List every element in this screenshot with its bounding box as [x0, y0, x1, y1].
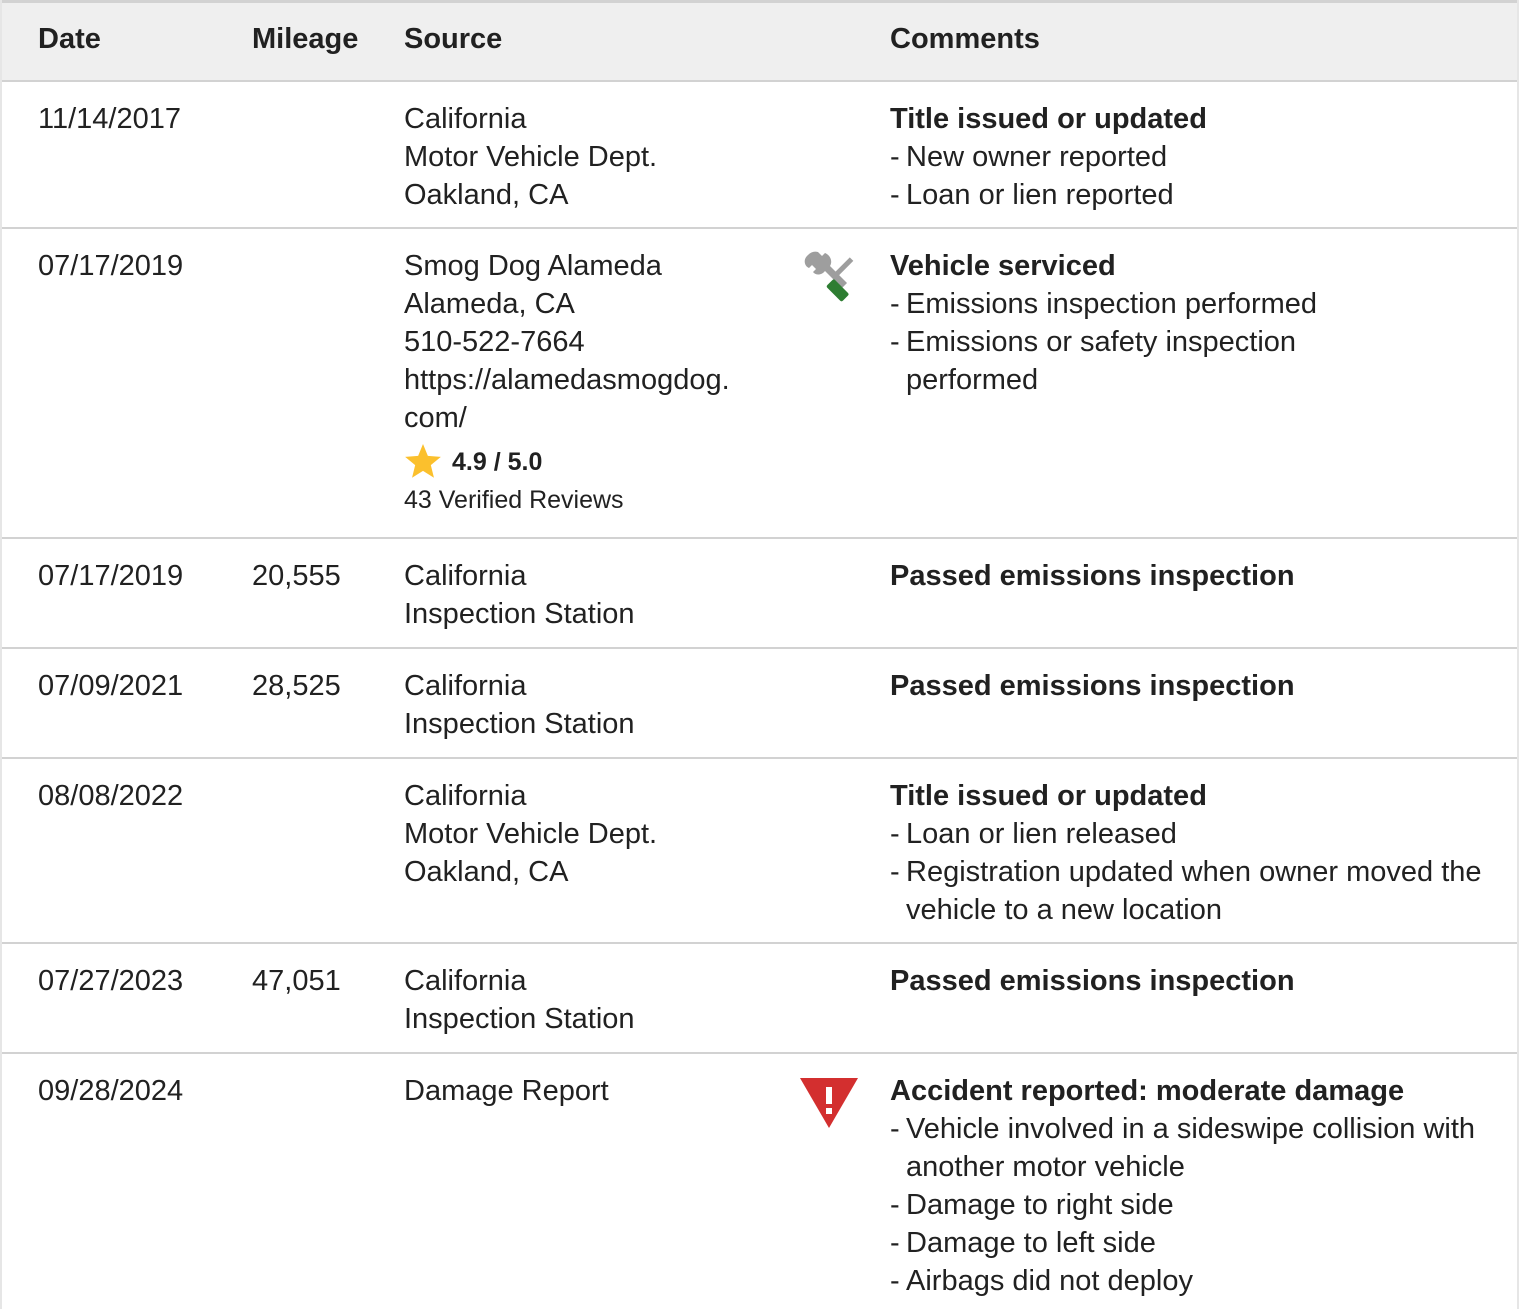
comment-item: - Loan or lien released: [890, 818, 1177, 850]
verified-reviews-link[interactable]: 43 Verified Reviews: [404, 483, 730, 517]
source-line: Inspection Station: [404, 598, 635, 630]
row-comments: Vehicle serviced - Emissions inspection p…: [890, 247, 1500, 399]
comment-item: - Damage to right side: [890, 1189, 1174, 1221]
row-comments: Title issued or updated - Loan or lien re…: [890, 777, 1500, 929]
row-date: 07/27/2023: [38, 965, 184, 997]
source-line: California: [404, 670, 527, 702]
row-source: California Inspection Station: [404, 962, 635, 1038]
table-row: 07/27/2023 47,051 California Inspection …: [2, 944, 1517, 1054]
row-source: California Inspection Station: [404, 557, 635, 633]
source-website-link[interactable]: com/: [404, 399, 730, 437]
comment-title: Passed emissions inspection: [890, 670, 1295, 702]
column-header-mileage[interactable]: Mileage: [252, 23, 358, 56]
row-comments: Accident reported: moderate damage - Vehi…: [890, 1072, 1500, 1300]
row-comments: Passed emissions inspection: [890, 962, 1500, 1000]
source-line: California: [404, 965, 527, 997]
row-source: California Motor Vehicle Dept. Oakland, …: [404, 100, 657, 214]
vehicle-history-table: Date Mileage Source Comments 11/14/2017 …: [0, 0, 1519, 1309]
wrench-screwdriver-icon: [800, 249, 860, 309]
comment-item: - New owner reported: [890, 141, 1168, 173]
row-date: 09/28/2024: [38, 1075, 184, 1107]
table-row: 11/14/2017 California Motor Vehicle Dept…: [2, 82, 1517, 229]
comment-item: - Registration updated when owner moved t…: [890, 856, 1482, 926]
comment-title: Passed emissions inspection: [890, 560, 1295, 592]
table-row: 07/17/2019 Smog Dog Alameda Alameda, CA …: [2, 229, 1517, 539]
comment-item: - Loan or lien reported: [890, 179, 1174, 211]
rating-score: 4.9 / 5.0: [452, 448, 543, 476]
source-line: Inspection Station: [404, 1003, 635, 1035]
source-line: California: [404, 103, 527, 135]
row-comments: Passed emissions inspection: [890, 667, 1500, 705]
source-phone[interactable]: 510-522-7664: [404, 323, 730, 361]
comment-title: Accident reported: moderate damage: [890, 1075, 1405, 1107]
table-row: 09/28/2024 Damage Report Accident report…: [2, 1054, 1517, 1309]
table-row: 08/08/2022 California Motor Vehicle Dept…: [2, 759, 1517, 944]
row-date: 08/08/2022: [38, 780, 184, 812]
row-date: 11/14/2017: [38, 103, 181, 135]
source-line: Oakland, CA: [404, 856, 569, 888]
row-mileage: 28,525: [252, 670, 341, 702]
column-header-date[interactable]: Date: [38, 23, 101, 56]
row-date: 07/17/2019: [38, 560, 184, 592]
row-source: California Motor Vehicle Dept. Oakland, …: [404, 777, 657, 891]
comment-item: - Emissions or safety inspection performe…: [890, 326, 1297, 396]
source-line: Damage Report: [404, 1075, 609, 1107]
row-comments: Title issued or updated - New owner repor…: [890, 100, 1500, 214]
comment-item: - Damage to left side: [890, 1227, 1156, 1259]
row-mileage: 47,051: [252, 965, 341, 997]
row-source: Damage Report: [404, 1072, 609, 1110]
table-row: 07/17/2019 20,555 California Inspection …: [2, 539, 1517, 649]
comment-title: Title issued or updated: [890, 103, 1207, 135]
source-line: Smog Dog Alameda: [404, 250, 662, 282]
source-line: Motor Vehicle Dept.: [404, 141, 658, 173]
source-line: Motor Vehicle Dept.: [404, 818, 658, 850]
comment-item: - Vehicle involved in a sideswipe collisi…: [890, 1113, 1476, 1183]
table-row: 07/09/2021 28,525 California Inspection …: [2, 649, 1517, 759]
row-date: 07/09/2021: [38, 670, 184, 702]
row-source: California Inspection Station: [404, 667, 635, 743]
table-header: Date Mileage Source Comments: [2, 0, 1517, 82]
comment-title: Passed emissions inspection: [890, 965, 1295, 997]
source-line: Inspection Station: [404, 708, 635, 740]
source-line: California: [404, 780, 527, 812]
comment-title: Vehicle serviced: [890, 250, 1116, 282]
row-date: 07/17/2019: [38, 250, 184, 282]
rating: 4.9 / 5.0: [404, 441, 730, 483]
column-header-comments[interactable]: Comments: [890, 23, 1040, 56]
comment-item: - Airbags did not deploy: [890, 1265, 1193, 1297]
source-line: Oakland, CA: [404, 179, 569, 211]
source-line: California: [404, 560, 527, 592]
warning-triangle-icon: [800, 1074, 860, 1134]
source-line: Alameda, CA: [404, 288, 575, 320]
column-header-source[interactable]: Source: [404, 23, 502, 56]
source-website-link[interactable]: https://alamedasmogdog.: [404, 361, 730, 399]
row-comments: Passed emissions inspection: [890, 557, 1500, 595]
comment-item: - Emissions inspection performed: [890, 288, 1318, 320]
row-source: Smog Dog Alameda Alameda, CA 510-522-766…: [404, 247, 730, 517]
star-icon: [405, 444, 441, 478]
row-mileage: 20,555: [252, 560, 341, 592]
comment-title: Title issued or updated: [890, 780, 1207, 812]
